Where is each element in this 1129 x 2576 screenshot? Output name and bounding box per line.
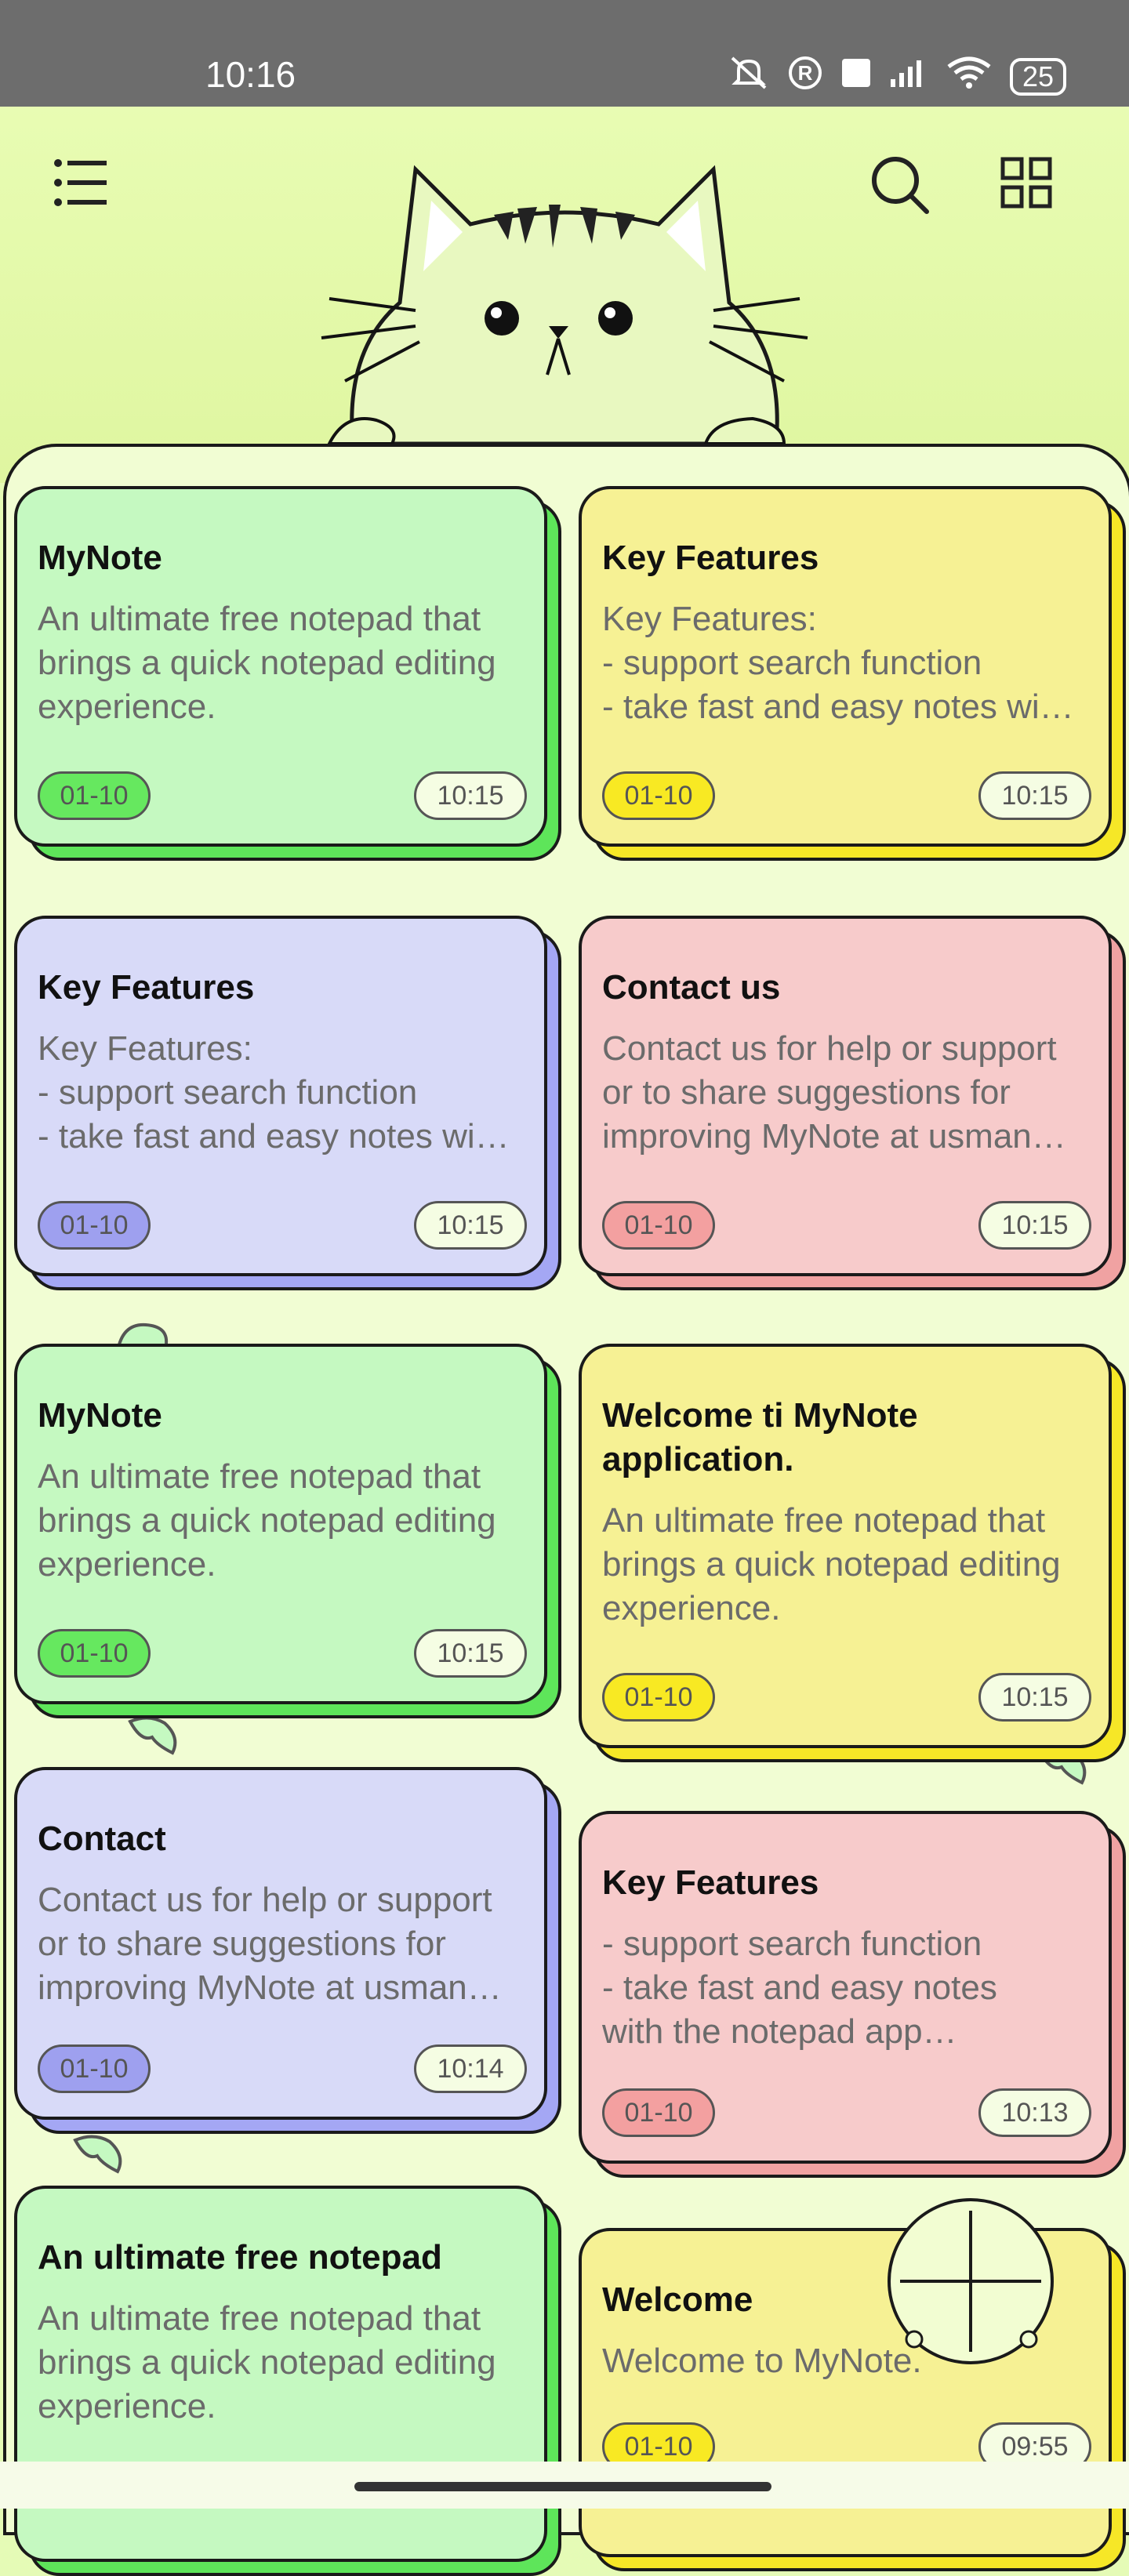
note-date-badge: 01-10 <box>38 771 151 820</box>
note-card[interactable]: Contact us Contact us for help or suppor… <box>579 916 1126 1290</box>
note-preview: An ultimate free notepad that brings a q… <box>38 600 496 726</box>
note-date-badge: 01-10 <box>38 1201 151 1250</box>
note-time-badge: 10:15 <box>414 771 527 820</box>
note-title: Contact us <box>602 968 781 1007</box>
note-title: Contact <box>38 1820 166 1858</box>
note-time-badge: 10:14 <box>414 2044 527 2093</box>
note-title: MyNote <box>38 539 162 577</box>
status-icons: R 25 <box>728 55 1066 98</box>
registered-icon: R <box>787 55 823 98</box>
note-preview: Contact us for help or support or to sha… <box>38 1881 502 2007</box>
add-note-button[interactable] <box>888 2198 1054 2364</box>
note-card[interactable]: Contact Contact us for help or support o… <box>14 1767 561 2134</box>
note-date-badge: 01-10 <box>602 2088 715 2137</box>
note-time-badge: 10:15 <box>978 1201 1091 1250</box>
note-title: Key Features <box>38 968 255 1007</box>
note-preview: Contact us for help or support or to sha… <box>602 1029 1066 1156</box>
battery-indicator: 25 <box>1009 57 1066 96</box>
note-preview: - support search function - take fast an… <box>602 1925 997 2051</box>
leaf-decoration-icon <box>71 2132 127 2174</box>
note-preview: Key Features: - support search function … <box>602 600 1074 726</box>
note-title: Welcome ti MyNote application. <box>602 1396 918 1478</box>
note-date-badge: 01-10 <box>38 1629 151 1678</box>
hamburger-menu-icon[interactable] <box>53 157 108 209</box>
note-date-badge: 01-10 <box>602 771 715 820</box>
note-card[interactable]: Key Features Key Features: - support sea… <box>579 486 1126 861</box>
search-icon[interactable] <box>869 154 931 216</box>
status-bar: 10:16 R 25 <box>0 0 1129 107</box>
note-title: An ultimate free notepad <box>38 2238 442 2277</box>
note-date-badge: 01-10 <box>602 1673 715 1722</box>
note-title: Key Features <box>602 1863 819 1902</box>
svg-text:R: R <box>798 61 813 85</box>
note-title: MyNote <box>38 1396 162 1435</box>
note-card[interactable]: MyNote An ultimate free notepad that bri… <box>14 1344 561 1718</box>
note-card[interactable]: Key Features - support search function -… <box>579 1811 1126 2178</box>
note-preview: Key Features: - support search function … <box>38 1029 510 1156</box>
wifi-icon <box>946 56 993 97</box>
note-card[interactable]: Welcome ti MyNote application. An ultima… <box>579 1344 1126 1762</box>
cat-mascot <box>314 154 815 452</box>
note-time-badge: 10:15 <box>978 771 1091 820</box>
note-card[interactable]: Key Features Key Features: - support sea… <box>14 916 561 1290</box>
note-time-badge: 10:15 <box>414 1201 527 1250</box>
note-date-badge: 01-10 <box>38 2044 151 2093</box>
note-preview: An ultimate free notepad that brings a q… <box>38 1457 496 1584</box>
note-date-badge: 01-10 <box>602 1201 715 1250</box>
status-time: 10:16 <box>205 54 296 95</box>
plus-icon <box>900 2211 1041 2352</box>
note-preview: An ultimate free notepad that brings a q… <box>602 1501 1061 1627</box>
note-card[interactable]: MyNote An ultimate free notepad that bri… <box>14 486 561 861</box>
note-time-badge: 10:13 <box>978 2088 1091 2137</box>
note-preview: An ultimate free notepad that brings a q… <box>38 2299 496 2425</box>
grid-view-icon[interactable] <box>1000 157 1052 209</box>
mute-icon <box>728 55 770 98</box>
leaf-decoration-icon <box>125 1714 182 1755</box>
note-time-badge: 10:15 <box>414 1629 527 1678</box>
home-gesture-handle[interactable] <box>354 2482 771 2491</box>
note-title: Key Features <box>602 539 819 577</box>
note-time-badge: 10:15 <box>978 1673 1091 1722</box>
volte-icon <box>840 57 872 96</box>
signal-icon <box>889 57 928 96</box>
